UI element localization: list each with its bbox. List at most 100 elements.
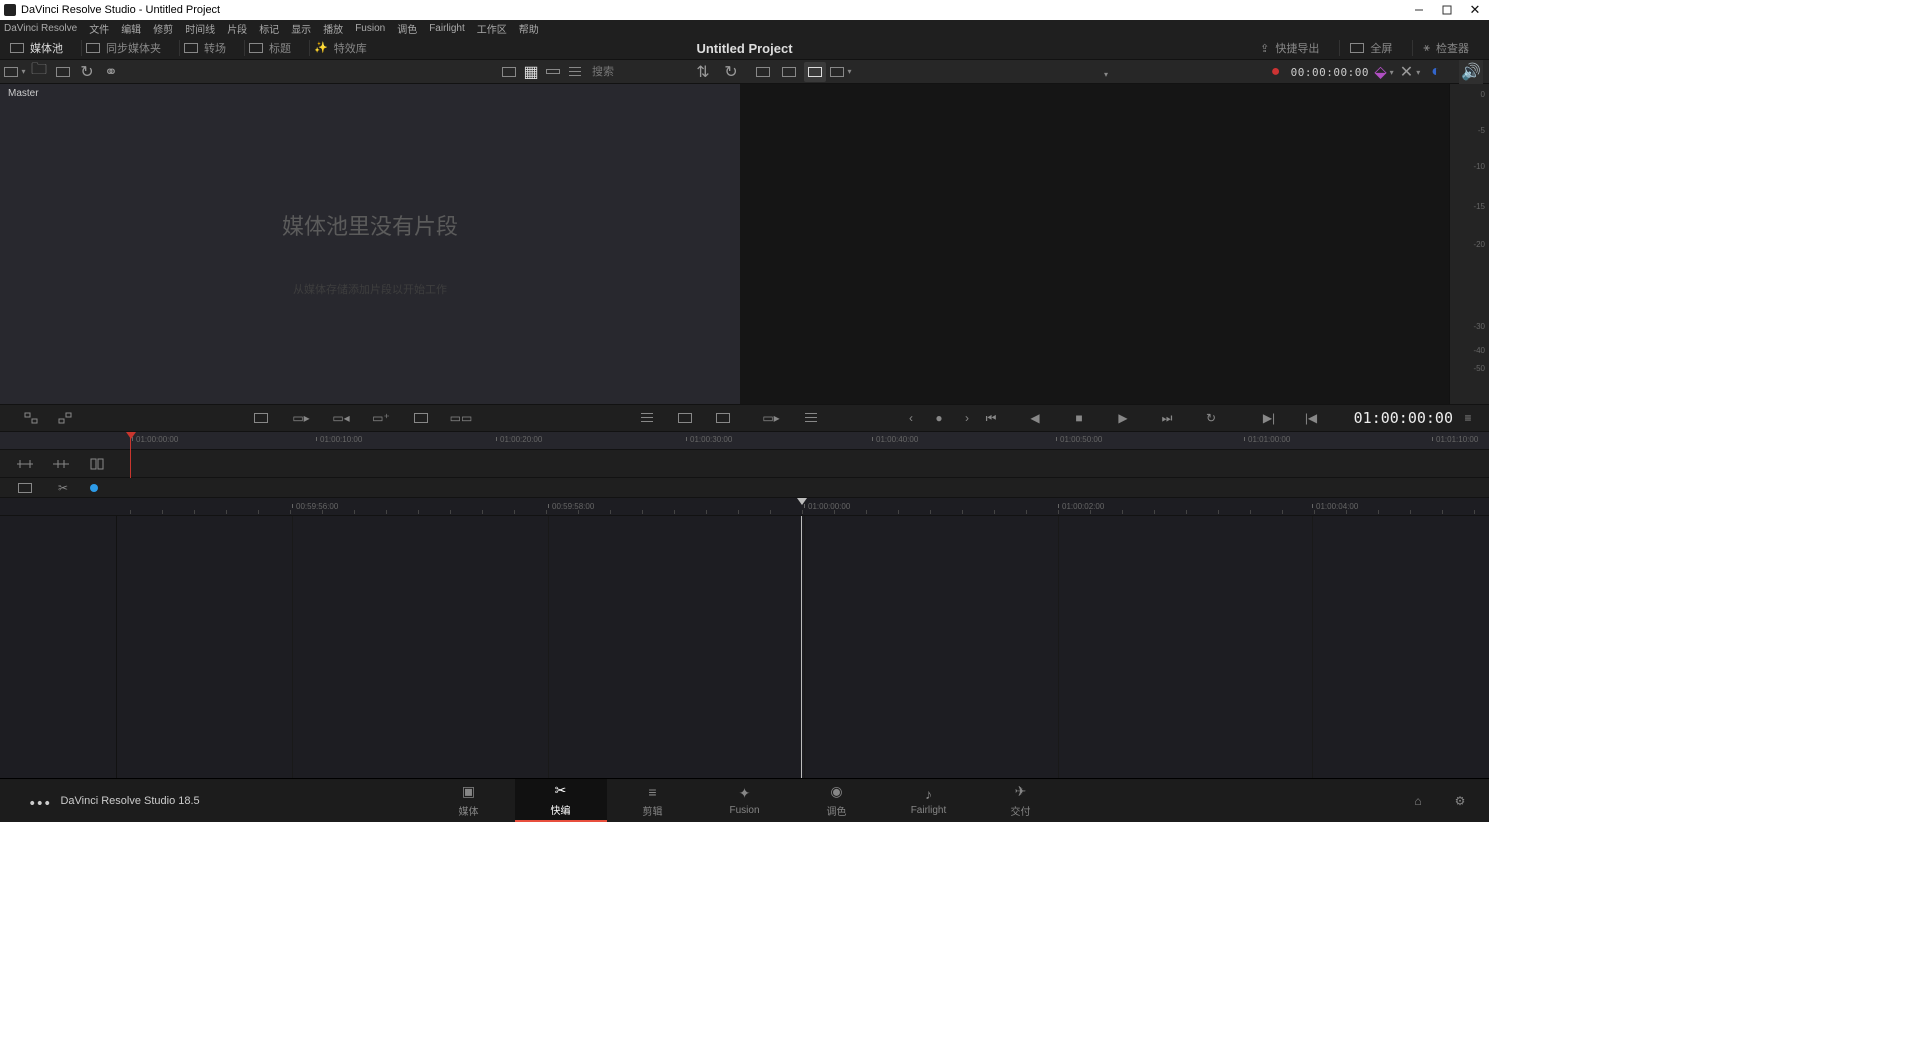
menu-clip[interactable]: 片段: [227, 21, 247, 36]
ws-inspector[interactable]: ⚹ 检查器: [1423, 40, 1469, 56]
smart-insert-button[interactable]: [250, 409, 272, 427]
mute-button[interactable]: 🔊: [1459, 60, 1483, 84]
nav-current[interactable]: ●: [928, 409, 950, 427]
ws-quickexport[interactable]: ⇪ 快捷导出: [1260, 40, 1319, 56]
menu-file[interactable]: 文件: [89, 21, 109, 36]
lower-timeline-ruler[interactable]: 00:59:56:0000:59:58:0001:00:00:0001:00:0…: [0, 498, 1489, 516]
place-button[interactable]: [410, 409, 432, 427]
search-input[interactable]: 搜索: [592, 63, 682, 81]
page-tab-media[interactable]: ▣媒体: [423, 779, 515, 822]
menu-fairlight[interactable]: Fairlight: [429, 23, 465, 34]
rec-indicator[interactable]: ●: [1265, 62, 1287, 82]
prev-edit-button[interactable]: |◀: [1300, 409, 1322, 427]
new-timeline-button[interactable]: [52, 62, 74, 82]
page-tab-label: 剪辑: [643, 803, 663, 818]
timeline-tracks[interactable]: [0, 516, 1489, 778]
menu-timeline[interactable]: 时间线: [185, 21, 215, 36]
ws-fullscreen[interactable]: 全屏: [1350, 40, 1392, 56]
play-button[interactable]: ▶: [1112, 409, 1134, 427]
page-tab-deliver[interactable]: ✈交付: [975, 779, 1067, 822]
stop-button[interactable]: ■: [1068, 409, 1090, 427]
ripple-button[interactable]: ▭◂: [330, 409, 352, 427]
nav-prev[interactable]: ‹: [900, 409, 922, 427]
transport-timecode[interactable]: 01:00:00:00: [1354, 409, 1453, 427]
edit-tool-3[interactable]: [86, 455, 108, 473]
menu-help[interactable]: 帮助: [519, 21, 539, 36]
page-tab-color[interactable]: ◉调色: [791, 779, 883, 822]
refresh-button[interactable]: ↻: [76, 62, 98, 82]
link-button[interactable]: ⚭: [100, 62, 122, 82]
upper-timeline-ruler[interactable]: 01:00:00:0001:00:10:0001:00:20:0001:00:3…: [0, 432, 1489, 450]
menu-fusion[interactable]: Fusion: [355, 23, 385, 34]
tools-button-2[interactable]: [674, 409, 696, 427]
upper-playhead-icon[interactable]: [126, 432, 136, 439]
page-tab-fusion[interactable]: ✦Fusion: [699, 779, 791, 822]
tools-magnet-dropdown[interactable]: ⬙: [1373, 62, 1395, 82]
play-reverse-button[interactable]: ◀: [1024, 409, 1046, 427]
view-thumb-button[interactable]: ▦: [520, 62, 542, 82]
viewer-res-dropdown[interactable]: [830, 62, 852, 82]
minimize-button[interactable]: [1405, 0, 1433, 20]
page-tab-fairlight[interactable]: ♪Fairlight: [883, 779, 975, 822]
viewer[interactable]: [740, 84, 1449, 404]
nav-next[interactable]: ›: [956, 409, 978, 427]
tools-options-dropdown[interactable]: ✕: [1399, 62, 1421, 82]
closeup-button[interactable]: ▭⁺: [370, 409, 392, 427]
mediapool-breadcrumb[interactable]: Master: [0, 84, 740, 102]
home-button[interactable]: ⌂: [1407, 792, 1429, 810]
viewer-timeline-button[interactable]: [804, 62, 826, 82]
fast-review-button[interactable]: ▭▸: [760, 409, 782, 427]
view-strip-button[interactable]: [542, 62, 564, 82]
bypass-button[interactable]: ◐: [1425, 62, 1447, 82]
ws-title[interactable]: 标题: [249, 40, 291, 56]
first-frame-button[interactable]: ⏮: [980, 409, 1002, 427]
menu-workspace[interactable]: 工作区: [477, 21, 507, 36]
close-button[interactable]: ✕: [1461, 0, 1489, 20]
ws-mediapool[interactable]: 媒体池: [10, 40, 63, 56]
audio-meter: 0 -5 -10 -15 -20 -30 -40 -50: [1449, 84, 1489, 404]
media-toolbar: 🗀 ↻ ⚭ ▦ 搜索 ⇅ ↻ ● 00:00:00:00 ⬙: [0, 60, 1489, 84]
video-trim-button[interactable]: [54, 409, 76, 427]
menu-edit[interactable]: 编辑: [121, 21, 141, 36]
transport-menu[interactable]: ≡: [1457, 409, 1479, 427]
page-tab-edit[interactable]: ≡剪辑: [607, 779, 699, 822]
viewer-options-button[interactable]: [800, 409, 822, 427]
maximize-button[interactable]: [1433, 0, 1461, 20]
razor-button[interactable]: ✂: [52, 479, 74, 497]
edit-tool-1[interactable]: [14, 455, 36, 473]
next-edit-button[interactable]: ▶|: [1258, 409, 1280, 427]
source-overwrite-button[interactable]: ▭▭: [450, 409, 472, 427]
viewer-timecode[interactable]: 00:00:00:00: [1291, 66, 1369, 79]
menu-view[interactable]: 显示: [291, 21, 311, 36]
menu-playback[interactable]: 播放: [323, 21, 343, 36]
new-bin-button[interactable]: 🗀: [28, 62, 50, 82]
project-settings-button[interactable]: ⚙: [1449, 792, 1471, 810]
timeline-selector[interactable]: [960, 62, 1108, 82]
marker-indicator[interactable]: [90, 484, 98, 492]
tools-button-1[interactable]: [636, 409, 658, 427]
ruler-minor-tick: [1314, 510, 1315, 514]
ws-effects[interactable]: ✨ 特效库: [314, 40, 367, 56]
menu-trim[interactable]: 修剪: [153, 21, 173, 36]
view-metadata-button[interactable]: [498, 62, 520, 82]
sort-button[interactable]: ⇅: [692, 62, 714, 82]
append-button[interactable]: ▭▸: [290, 409, 312, 427]
ws-syncbin[interactable]: 同步媒体夹: [86, 40, 161, 56]
page-tab-cut[interactable]: ✂快编: [515, 779, 607, 822]
menu-color[interactable]: 调色: [397, 21, 417, 36]
resync-button[interactable]: ↻: [720, 62, 742, 82]
tools-button-3[interactable]: [712, 409, 734, 427]
menu-mark[interactable]: 标记: [259, 21, 279, 36]
edit-tool-2[interactable]: [50, 455, 72, 473]
audio-trim-button[interactable]: [20, 409, 42, 427]
last-frame-button[interactable]: ⏭: [1156, 409, 1178, 427]
menu-davinci[interactable]: DaVinci Resolve: [4, 23, 77, 34]
viewer-tape-button[interactable]: [778, 62, 800, 82]
lower-playhead-icon[interactable]: [797, 498, 807, 505]
timeline-view-button[interactable]: [14, 479, 36, 497]
ws-transition[interactable]: 转场: [184, 40, 226, 56]
view-list-button[interactable]: [564, 62, 586, 82]
loop-button[interactable]: ↻: [1200, 409, 1222, 427]
viewer-src-button[interactable]: [752, 62, 774, 82]
import-dropdown[interactable]: [4, 62, 26, 82]
